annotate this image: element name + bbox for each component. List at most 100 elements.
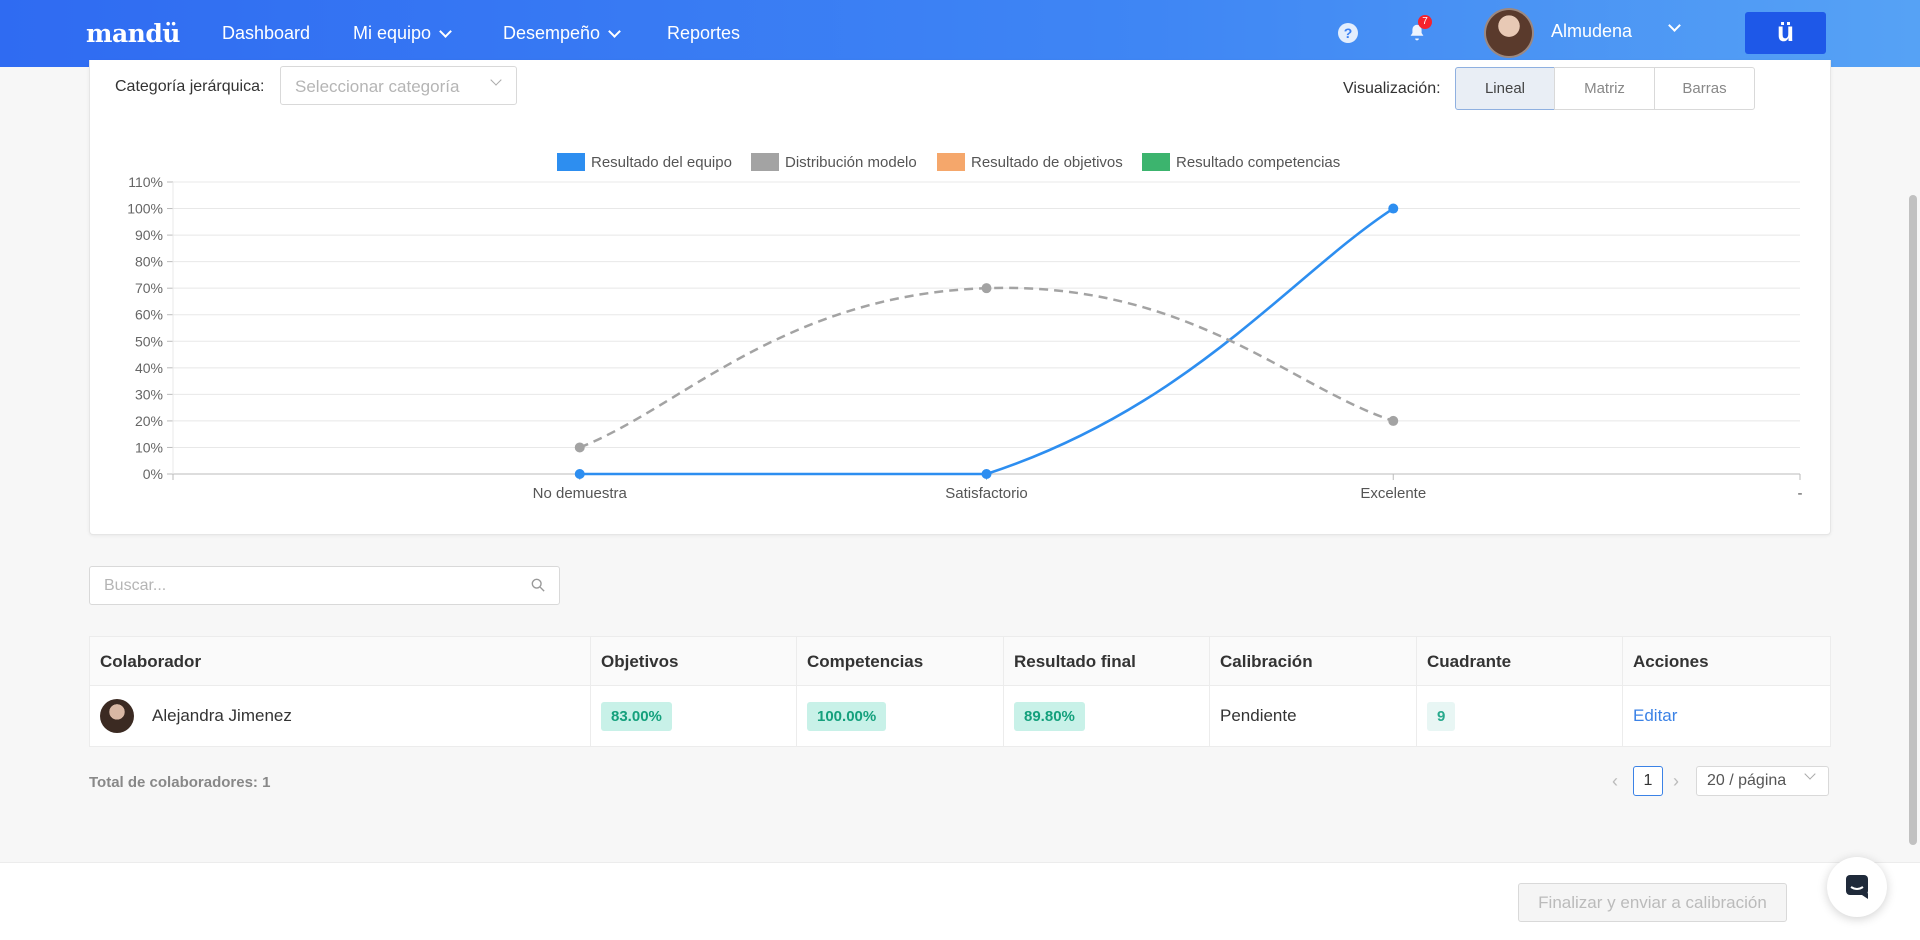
legend-swatch [1142, 153, 1170, 171]
legend-swatch [937, 153, 965, 171]
y-tick-label: 10% [135, 439, 163, 455]
data-point [574, 469, 585, 479]
column-header[interactable]: Objetivos [591, 637, 797, 686]
calibracion-status: Pendiente [1220, 706, 1297, 725]
visualization-label: Visualización: [1343, 80, 1441, 97]
table-header-row: Colaborador Objetivos Competencias Resul… [90, 637, 1830, 686]
y-tick-label: 0% [143, 466, 163, 482]
category-label: Categoría jerárquica: [115, 78, 265, 95]
nav-reportes[interactable]: Reportes [667, 23, 740, 44]
column-header[interactable]: Acciones [1623, 637, 1830, 686]
y-tick-label: 50% [135, 333, 163, 349]
y-tick-label: 20% [135, 413, 163, 429]
nav-desempeno[interactable]: Desempeño [503, 23, 621, 44]
chevron-down-icon [439, 24, 452, 38]
resultado-final-cell: 89.80% [1004, 686, 1210, 746]
cuadrante-cell: 9 [1417, 686, 1623, 746]
chevron-down-icon [490, 74, 502, 86]
x-tick-label: Excelente [1360, 485, 1426, 502]
next-page-icon[interactable]: › [1673, 766, 1679, 796]
view-barras-button[interactable]: Barras [1654, 67, 1755, 110]
legend-swatch [557, 153, 585, 171]
y-tick-label: 70% [135, 280, 163, 296]
nav-dashboard-label: Dashboard [222, 23, 311, 43]
data-point [981, 283, 992, 294]
y-tick-label: 40% [135, 360, 163, 376]
column-header[interactable]: Colaborador [90, 637, 591, 686]
page-1-button[interactable]: 1 [1633, 766, 1663, 796]
user-avatar[interactable] [1484, 8, 1534, 58]
column-header[interactable]: Cuadrante [1417, 637, 1623, 686]
column-header[interactable]: Competencias [797, 637, 1004, 686]
edit-link[interactable]: Editar [1633, 706, 1677, 726]
objetivos-cell: 83.00% [591, 686, 797, 746]
data-point [1388, 415, 1399, 426]
data-point [574, 442, 585, 453]
column-header[interactable]: Resultado final [1004, 637, 1210, 686]
nav-mi-equipo-label: Mi equipo [353, 23, 432, 43]
calibracion-cell: Pendiente [1210, 686, 1417, 746]
search-icon[interactable] [531, 578, 545, 592]
competencias-badge: 100.00% [807, 701, 887, 731]
brand-button[interactable]: ü [1745, 12, 1826, 54]
user-name[interactable]: Almudena [1551, 21, 1632, 42]
total-collaborators: Total de colaboradores: 1 [89, 774, 271, 791]
page-size-value: 20 / página [1707, 772, 1787, 789]
y-tick-label: 80% [135, 254, 163, 270]
data-point [981, 469, 992, 479]
chat-icon [1846, 875, 1868, 899]
help-icon[interactable]: ? [1338, 23, 1358, 43]
objetivos-badge: 83.00% [601, 701, 672, 731]
top-navbar: mandü Dashboard Mi equipo Desempeño Repo… [0, 0, 1920, 67]
legend-item-distribucion[interactable]: Distribución modelo [751, 153, 917, 171]
x-tick-label: No demuestra [533, 485, 628, 502]
chevron-down-icon [1804, 768, 1816, 780]
cuadrante-badge: 9 [1427, 701, 1456, 731]
legend-label: Resultado competencias [1176, 153, 1341, 171]
competencias-cell: 100.00% [797, 686, 1004, 746]
y-tick-label: 90% [135, 227, 163, 243]
legend-label: Resultado de objetivos [971, 153, 1123, 171]
y-tick-label: 30% [135, 386, 163, 402]
nav-dashboard[interactable]: Dashboard [222, 23, 310, 44]
search-placeholder: Buscar... [104, 577, 167, 594]
page-scrollbar[interactable] [1909, 195, 1917, 845]
legend-item-objetivos[interactable]: Resultado de objetivos [937, 153, 1123, 171]
finalize-button[interactable]: Finalizar y enviar a calibración [1518, 883, 1787, 922]
legend-item-competencias[interactable]: Resultado competencias [1142, 153, 1340, 171]
y-tick-label: 60% [135, 307, 163, 323]
resultado-final-badge: 89.80% [1014, 701, 1085, 731]
app-logo[interactable]: mandü [86, 19, 180, 48]
nav-reportes-label: Reportes [667, 23, 741, 43]
collaborators-table: Colaborador Objetivos Competencias Resul… [89, 636, 1831, 747]
legend-swatch [751, 153, 779, 171]
page-size-select[interactable]: 20 / página [1696, 766, 1829, 796]
collaborator-name: Alejandra Jimenez [152, 706, 292, 725]
y-tick-label: 110% [128, 174, 163, 190]
prev-page-icon[interactable]: ‹ [1612, 766, 1618, 796]
column-header[interactable]: Calibración [1210, 637, 1417, 686]
user-menu-chevron-icon[interactable] [1668, 19, 1681, 32]
legend-label: Resultado del equipo [591, 153, 732, 171]
avatar [100, 699, 134, 733]
nav-desempeno-label: Desempeño [503, 23, 601, 43]
chat-button[interactable] [1827, 857, 1887, 917]
category-select-placeholder: Seleccionar categoría [295, 77, 460, 96]
x-tick-label: - [1798, 485, 1803, 502]
y-tick-label: 100% [127, 201, 163, 217]
legend-label: Distribución modelo [785, 153, 917, 171]
data-point [1388, 203, 1399, 214]
notification-badge: 7 [1418, 15, 1432, 29]
legend-item-equipo[interactable]: Resultado del equipo [557, 153, 732, 171]
chevron-down-icon [608, 24, 621, 38]
collaborator-cell: Alejandra Jimenez [90, 686, 591, 746]
x-tick-label: Satisfactorio [945, 485, 1028, 502]
acciones-cell: Editar [1623, 686, 1830, 746]
line-chart: 0% 10% 20% 30% 40% 50% 60% 70% 80% 90% 100% 110% No … [127, 174, 1803, 502]
nav-mi-equipo[interactable]: Mi equipo [353, 23, 452, 44]
view-lineal-button[interactable]: Lineal [1455, 67, 1555, 110]
category-select[interactable]: Seleccionar categoría [280, 66, 517, 105]
view-matriz-button[interactable]: Matriz [1554, 67, 1655, 110]
table-row: Alejandra Jimenez 83.00% 100.00% 89.80% … [90, 686, 1830, 746]
search-input[interactable]: Buscar... [89, 566, 560, 605]
